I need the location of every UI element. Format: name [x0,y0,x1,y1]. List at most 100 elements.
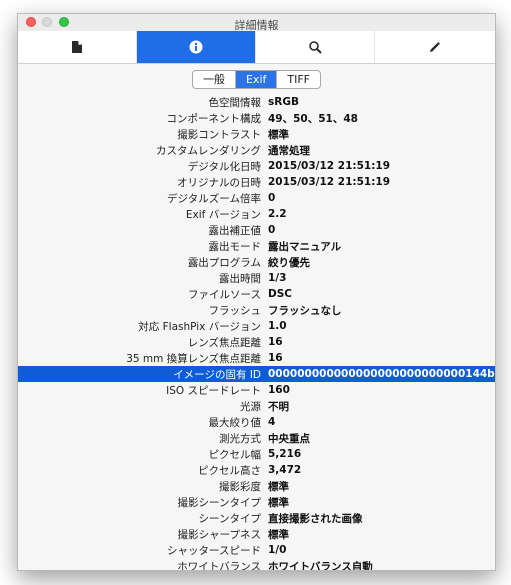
row-value: DSC [268,288,292,300]
row-value: 1/3 [268,272,287,284]
table-row[interactable]: 露出モード 露出マニュアル [18,238,495,254]
row-value: 露出マニュアル [268,240,342,253]
row-value: 2.2 [268,208,287,220]
row-label: 露出モード [208,240,262,253]
row-label: 露出プログラム [187,256,261,269]
row-value: 160 [268,384,290,396]
row-label: Exif バージョン [185,208,261,221]
table-row[interactable]: 露出補正値 0 [18,222,495,238]
row-label: 光源 [240,400,261,413]
row-label: シャッタースピード [167,544,261,557]
inspector-toolbar [18,31,495,64]
table-row[interactable]: カスタムレンダリング 通常処理 [18,142,495,158]
row-label: ピクセル高さ [198,464,261,477]
tab-search[interactable] [256,31,375,63]
row-label: ファイルソース [188,288,261,301]
segment-bar: 一般 Exif TIFF [18,64,495,94]
table-row[interactable]: 光源 不明 [18,398,495,414]
segment-general[interactable]: 一般 [193,70,236,88]
table-row[interactable]: 最大絞り値 4 [18,414,495,430]
row-label: デジタルズーム倍率 [167,192,261,205]
pencil-icon [430,42,440,52]
segment-tiff[interactable]: TIFF [277,71,320,88]
row-value: 標準 [268,496,289,509]
table-row[interactable]: 色空間情報 sRGB [18,94,495,110]
row-label: 露出時間 [219,272,261,285]
table-row[interactable]: 露出プログラム 絞り優先 [18,254,495,270]
row-label: 撮影シャープネス [177,528,261,541]
segmented-control: 一般 Exif TIFF [191,69,321,89]
row-value: 標準 [268,528,289,541]
row-label: シーンタイプ [198,512,261,525]
table-row[interactable]: デジタルズーム倍率 0 [18,190,495,206]
info-icon [189,40,203,54]
row-value: 0 [268,224,276,236]
minimize-button[interactable] [42,17,52,27]
title-bar[interactable]: 詳細情報 [18,14,495,32]
table-row[interactable]: シャッタースピード 1/0 [18,542,495,558]
row-label: 撮影シーンタイプ [177,496,261,509]
row-value: 2015/03/12 21:51:19 [268,160,391,172]
table-row[interactable]: 35 mm 換算レンズ焦点距離 16 [18,350,495,366]
row-value: 49、50、51、48 [268,112,358,125]
row-label: 露出補正値 [208,224,262,237]
row-label: ピクセル幅 [208,448,262,461]
row-label: 対応 FlashPix バージョン [138,320,261,333]
table-row[interactable]: 撮影シーンタイプ 標準 [18,494,495,510]
zoom-button[interactable] [59,17,69,27]
row-value: 標準 [268,480,289,493]
row-label: カスタムレンダリング [156,144,261,157]
row-label: 最大絞り値 [208,416,262,429]
row-label: 撮影彩度 [219,480,261,493]
table-row[interactable]: デジタル化日時 2015/03/12 21:51:19 [18,158,495,174]
row-value: 4 [268,416,276,428]
table-row[interactable]: 撮影コントラスト 標準 [18,126,495,142]
table-row[interactable]: 撮影シャープネス 標準 [18,526,495,542]
row-label: イメージの固有 ID [173,368,261,381]
row-label: 撮影コントラスト [177,128,261,141]
table-row[interactable]: ピクセル幅 5,216 [18,446,495,462]
row-label: オリジナルの日時 [177,176,261,189]
table-row[interactable]: ホワイトバランス ホワイトバランス自動 [18,558,495,571]
row-value: 5,216 [268,448,302,460]
row-label: コンポーネント構成 [166,112,262,125]
row-value: 2015/03/12 21:51:19 [268,176,391,188]
table-row[interactable]: ISO スピードレート 160 [18,382,495,398]
table-row[interactable]: コンポーネント構成 49、50、51、48 [18,110,495,126]
row-value: 0 [268,192,276,204]
row-value: 中央重点 [268,432,310,445]
row-value: フラッシュなし [268,304,342,317]
row-label: 測光方式 [219,432,261,445]
table-row[interactable]: シーンタイプ 直接撮影された画像 [18,510,495,526]
table-row[interactable]: ピクセル高さ 3,472 [18,462,495,478]
segment-exif[interactable]: Exif [235,70,278,88]
table-row[interactable]: Exif バージョン 2.2 [18,206,495,222]
row-value: 不明 [268,400,289,413]
table-row[interactable]: 対応 FlashPix バージョン 1.0 [18,318,495,334]
row-label: 35 mm 換算レンズ焦点距離 [126,352,261,365]
row-value: 通常処理 [268,144,310,157]
row-value: 1/0 [268,544,287,556]
close-button[interactable] [26,17,36,27]
exif-table: 色空間情報 sRGB コンポーネント構成 49、50、51、48 撮影コントラスト標… [18,94,495,571]
table-row[interactable]: レンズ焦点距離 16 [18,334,495,350]
row-value: 絞り優先 [268,256,310,269]
table-row[interactable]: 撮影彩度 標準 [18,478,495,494]
row-label: ホワイトバランス [177,560,261,571]
table-row[interactable]: オリジナルの日時 2015/03/12 21:51:19 [18,174,495,190]
inspector-window: 詳細情報 一般 Exif TIFF 色空間情報 sRGB コンポーネント構成 4… [17,13,496,571]
document-icon [72,41,82,53]
table-row[interactable]: 露出時間 1/3 [18,270,495,286]
row-value: 3,472 [268,464,302,476]
tab-general-info[interactable] [18,31,137,63]
tab-more-info[interactable] [137,31,256,63]
row-label: レンズ焦点距離 [187,336,261,349]
table-row[interactable]: ファイルソース DSC [18,286,495,302]
row-value: 標準 [268,128,289,141]
row-label: ISO スピードレート [166,384,261,397]
table-row[interactable]: 測光方式 中央重点 [18,430,495,446]
table-row[interactable]: フラッシュ フラッシュなし [18,302,495,318]
tab-annotate[interactable] [375,31,495,63]
row-value: 1.0 [268,320,287,332]
table-row-selected[interactable]: イメージの固有 ID 000000000000000000000000000144… [18,366,495,382]
